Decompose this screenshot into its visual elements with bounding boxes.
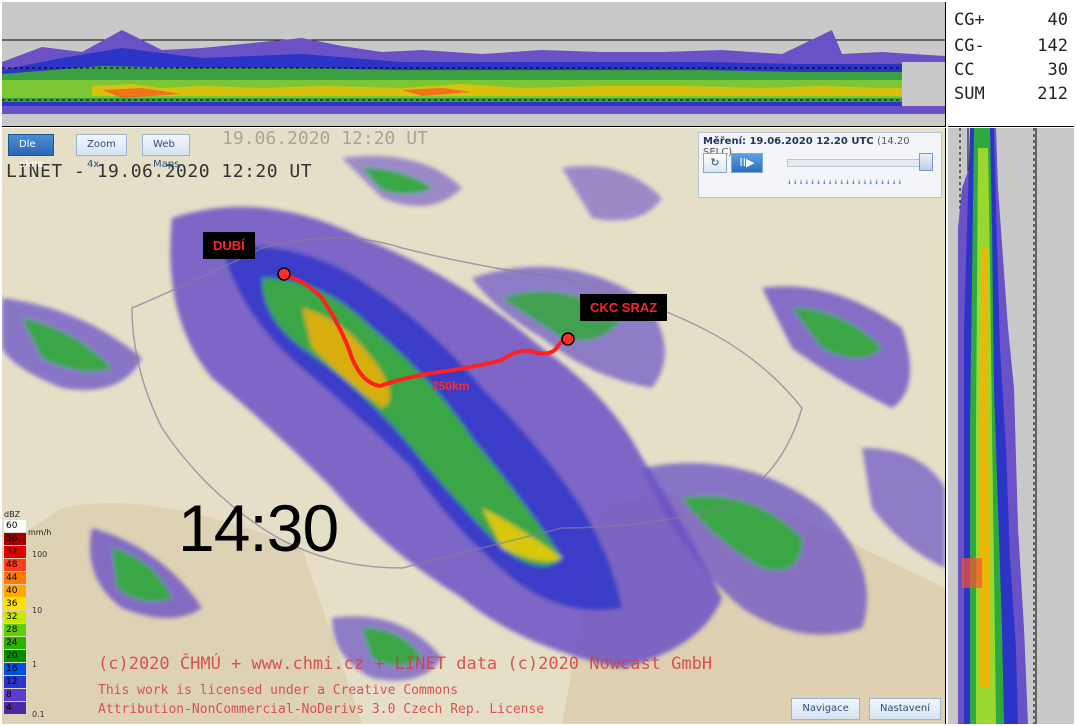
legend-tick: 0.1 bbox=[32, 710, 45, 719]
legend-cell: 20 bbox=[4, 650, 26, 662]
legend-cell: 32 bbox=[4, 611, 26, 623]
legend-cell: 44 bbox=[4, 572, 26, 584]
play-pause-icon[interactable]: II▶ bbox=[731, 153, 763, 173]
time-ticks: ↓↓↓↓↓↓↓↓↓↓↓↓↓↓↓↓↓↓↓↓ bbox=[787, 177, 904, 186]
legend-tick: 100 bbox=[32, 550, 48, 559]
end-point-label: CKC SRAZ bbox=[580, 294, 668, 321]
navigation-button[interactable]: Navigace bbox=[791, 698, 860, 720]
legend-cell: 8 bbox=[4, 689, 26, 701]
legend-unit: mm/h bbox=[28, 528, 52, 537]
zoom-4x-button[interactable]: Zoom 4x bbox=[76, 134, 127, 170]
top-cross-section-strip bbox=[2, 2, 946, 127]
legend-tick: 10 bbox=[32, 606, 43, 615]
measurement-panel: Měření: 19.06.2020 12.20 UTC (14.20 SELC… bbox=[698, 132, 942, 198]
stat-row-cg-minus: CG- 142 bbox=[954, 36, 1068, 62]
stat-key: CG- bbox=[954, 36, 985, 56]
legend-cell: 28 bbox=[4, 624, 26, 636]
stat-value: 30 bbox=[1047, 60, 1068, 80]
stat-key: CG+ bbox=[954, 10, 985, 30]
stat-value: 142 bbox=[1037, 36, 1068, 56]
license-text-2: Attribution-NonCommercial-NoDerivs 3.0 C… bbox=[98, 702, 545, 717]
legend-tick: 1 bbox=[32, 660, 38, 669]
legend-cell: 4 bbox=[4, 702, 26, 714]
license-text-1: This work is licensed under a Creative C… bbox=[98, 683, 459, 698]
copyright-text: (c)2020 ČHMÚ + www.chmi.cz + LINET data … bbox=[98, 654, 713, 674]
bottom-buttons: Navigace Nastavení bbox=[787, 696, 941, 720]
measurement-label: Měření: 19.06.2020 12.20 UTC bbox=[703, 136, 874, 147]
time-slider-thumb[interactable] bbox=[919, 153, 933, 171]
start-point-label: DUBÍ bbox=[203, 232, 255, 259]
route-distance-label: 250km bbox=[432, 379, 470, 393]
stat-row-sum: SUM 212 bbox=[954, 84, 1068, 110]
legend-cell: 16 bbox=[4, 663, 26, 675]
stat-value: 212 bbox=[1037, 84, 1068, 104]
legend-cell: 60 bbox=[4, 520, 26, 532]
legend-title: dBZ bbox=[4, 510, 21, 519]
overlay-time: 14:30 bbox=[178, 491, 339, 565]
fit-window-button[interactable]: Dle okna bbox=[8, 134, 55, 170]
legend-cell: 52 bbox=[4, 546, 26, 558]
legend-cell: 36 bbox=[4, 598, 26, 610]
settings-button[interactable]: Nastavení bbox=[868, 698, 941, 720]
stat-key: SUM bbox=[954, 84, 985, 104]
web-maps-button[interactable]: Web Maps bbox=[142, 134, 191, 170]
reload-icon[interactable]: ↻ bbox=[703, 153, 727, 173]
legend-cell: 48 bbox=[4, 559, 26, 571]
time-slider[interactable] bbox=[787, 159, 929, 167]
side-cross-section-strip bbox=[948, 128, 1074, 724]
stat-row-cg-plus: CG+ 40 bbox=[954, 10, 1068, 36]
legend-cell: 40 bbox=[4, 585, 26, 597]
stat-key: CC bbox=[954, 60, 975, 80]
radar-map[interactable]: 19.06.2020 12:20 UT LINET - 19.06.2020 1… bbox=[2, 128, 946, 724]
map-title-ghost: 19.06.2020 12:20 UT bbox=[222, 128, 428, 149]
legend-cell: 56 bbox=[4, 533, 26, 545]
radar-map-image bbox=[2, 128, 945, 724]
legend-cell: 12 bbox=[4, 676, 26, 688]
reflectivity-legend: dBZ mm/h 60 56 52 48 44 40 36 32 28 24 20 16 12 8 4 10… bbox=[2, 508, 54, 724]
lightning-stats-panel: CG+ 40 CG- 142 CC 30 SUM 212 bbox=[948, 2, 1074, 127]
radar-viewer: CG+ 40 CG- 142 CC 30 SUM 212 19.06.2020 … bbox=[0, 0, 1076, 726]
stat-row-cc: CC 30 bbox=[954, 60, 1068, 86]
legend-cell: 24 bbox=[4, 637, 26, 649]
stat-value: 40 bbox=[1047, 10, 1068, 30]
